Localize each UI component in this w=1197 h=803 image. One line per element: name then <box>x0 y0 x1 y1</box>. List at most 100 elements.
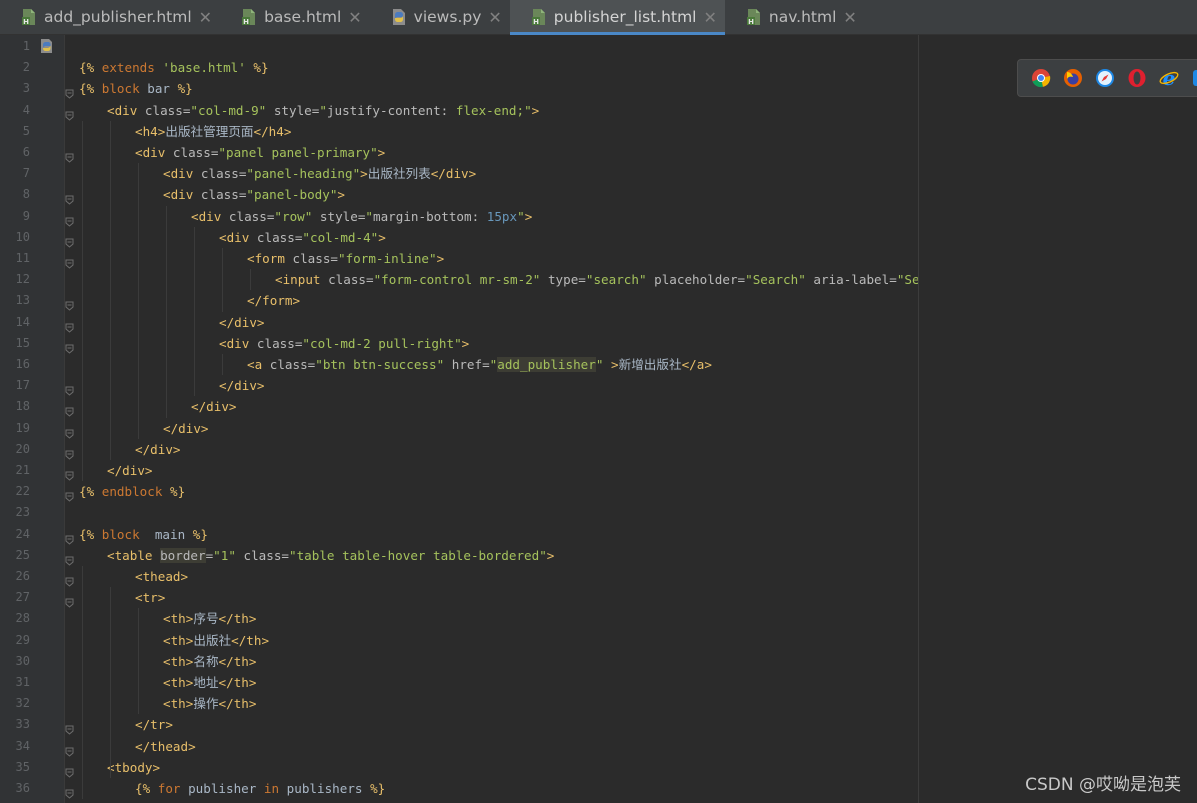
code-line: <th>名称</th> <box>163 651 256 672</box>
code-token: <th> <box>163 653 194 669</box>
code-token: %} <box>245 60 269 76</box>
code-token: </h4> <box>253 123 292 139</box>
line-number: 1 <box>22 39 30 53</box>
fold-marker-icon[interactable] <box>65 487 74 502</box>
code-token: </div> <box>219 314 265 330</box>
fold-marker-icon[interactable] <box>65 593 74 608</box>
line-number: 18 <box>15 399 30 414</box>
code-token: "Search" <box>896 272 918 288</box>
code-editor[interactable]: 1 2 {% extends 'base.html' %} 3 {% block bar… <box>0 35 918 803</box>
tab-add-publisher-html[interactable]: Hadd_publisher.html ✕ <box>0 0 220 34</box>
code-token: "table table-hover table-bordered" <box>289 547 547 563</box>
code-line: <div class="panel-body"> <box>163 184 345 205</box>
tab-label: nav.html <box>768 8 837 26</box>
fold-marker-icon[interactable] <box>65 212 74 227</box>
code-line: </thead> <box>135 736 196 757</box>
fold-marker-icon[interactable] <box>65 84 74 100</box>
code-token: <div <box>163 187 201 203</box>
opera-icon[interactable] <box>1124 65 1150 91</box>
edge-icon[interactable] <box>1188 65 1197 91</box>
code-line: <th>地址</th> <box>163 672 256 693</box>
tab-nav-html[interactable]: Hnav.html ✕ <box>725 0 865 34</box>
code-line: </div> <box>219 312 265 333</box>
html-file-icon: H <box>240 8 258 26</box>
code-token: class= <box>144 102 191 118</box>
firefox-icon[interactable] <box>1060 65 1086 91</box>
code-line: <div class="panel-heading">出版社列表</div> <box>163 163 476 184</box>
code-line: {% for publisher in publishers %} <box>135 778 385 799</box>
code-token: </div> <box>135 441 181 457</box>
code-token: 'base.html' <box>162 60 246 76</box>
code-token: "row" <box>274 208 313 224</box>
tab-label: base.html <box>264 8 342 26</box>
chrome-icon[interactable] <box>1028 65 1054 91</box>
line-number: 6 <box>22 145 30 159</box>
close-tab-icon[interactable]: ✕ <box>348 8 361 27</box>
indent-guide <box>222 354 223 376</box>
line-number: 36 <box>15 781 30 795</box>
close-tab-icon[interactable]: ✕ <box>488 8 501 27</box>
line-number: 35 <box>15 759 30 774</box>
fold-marker-icon[interactable] <box>65 296 74 312</box>
close-tab-icon[interactable]: ✕ <box>703 8 716 27</box>
fold-marker-icon[interactable] <box>65 720 74 736</box>
fold-marker-icon[interactable] <box>65 551 74 566</box>
code-token: 15px <box>486 208 518 224</box>
code-token: </th> <box>231 632 270 648</box>
tab-base-html[interactable]: Hbase.html ✕ <box>220 0 370 34</box>
code-token: endblock <box>101 484 163 500</box>
code-token: {% <box>79 81 102 97</box>
fold-marker-icon[interactable] <box>65 318 74 333</box>
fold-marker-icon[interactable] <box>65 233 74 248</box>
code-line: <th>出版社</th> <box>163 630 269 651</box>
code-token: </form> <box>247 293 301 309</box>
fold-marker-icon[interactable] <box>65 445 74 460</box>
indent-guide <box>250 269 251 291</box>
fold-marker-icon[interactable] <box>65 381 74 396</box>
fold-marker-icon[interactable] <box>65 424 74 439</box>
code-token: class= <box>172 145 219 160</box>
fold-marker-icon[interactable] <box>65 148 74 163</box>
code-line: <div class="col-md-9" style="justify-con… <box>107 100 539 121</box>
code-token: <th> <box>163 632 194 648</box>
code-line: <input class="form-control mr-sm-2" type… <box>275 269 918 290</box>
html-file-icon: H <box>745 8 763 26</box>
line-number: 26 <box>15 569 30 583</box>
code-token: </th> <box>218 675 257 690</box>
fold-marker-icon[interactable] <box>65 190 74 206</box>
tab-label: views.py <box>413 8 482 26</box>
safari-icon[interactable] <box>1092 65 1118 91</box>
line-number: 15 <box>15 335 30 350</box>
code-line: <a class="btn btn-success" href="add_pub… <box>247 354 712 375</box>
code-token: </div> <box>191 399 237 415</box>
code-token: > <box>377 145 386 160</box>
code-token: {% <box>79 526 102 542</box>
ie-icon[interactable]: e <box>1156 65 1182 91</box>
fold-marker-icon[interactable] <box>65 742 74 757</box>
code-token: "col-md-2 pull-right" <box>302 335 462 351</box>
tab-views-py[interactable]: views.py ✕ <box>370 0 510 34</box>
line-number: 8 <box>22 187 30 202</box>
code-line: <div class="col-md-4"> <box>219 227 386 248</box>
code-line: <form class="form-inline"> <box>247 248 444 269</box>
code-token: <a <box>247 357 270 372</box>
tab-publisher-list-html[interactable]: Hpublisher_list.html ✕ <box>509 0 725 35</box>
close-tab-icon[interactable]: ✕ <box>199 8 212 27</box>
code-token: block <box>101 81 140 97</box>
close-tab-icon[interactable]: ✕ <box>843 8 856 27</box>
fold-marker-icon[interactable] <box>65 402 74 418</box>
fold-marker-icon[interactable] <box>65 530 74 545</box>
fold-marker-icon[interactable] <box>65 339 74 354</box>
fold-marker-icon[interactable] <box>65 254 74 269</box>
code-line: <thead> <box>135 566 188 587</box>
python-gutter-icon[interactable] <box>39 38 55 54</box>
line-number: 7 <box>22 166 30 181</box>
code-token: publisher <box>180 781 264 796</box>
html-file-icon: H <box>530 8 548 26</box>
fold-marker-icon[interactable] <box>65 572 74 587</box>
fold-marker-icon[interactable] <box>65 784 74 799</box>
code-line: </div> <box>163 418 209 439</box>
fold-marker-icon[interactable] <box>65 466 74 481</box>
fold-marker-icon[interactable] <box>65 763 74 778</box>
fold-marker-icon[interactable] <box>65 106 74 121</box>
